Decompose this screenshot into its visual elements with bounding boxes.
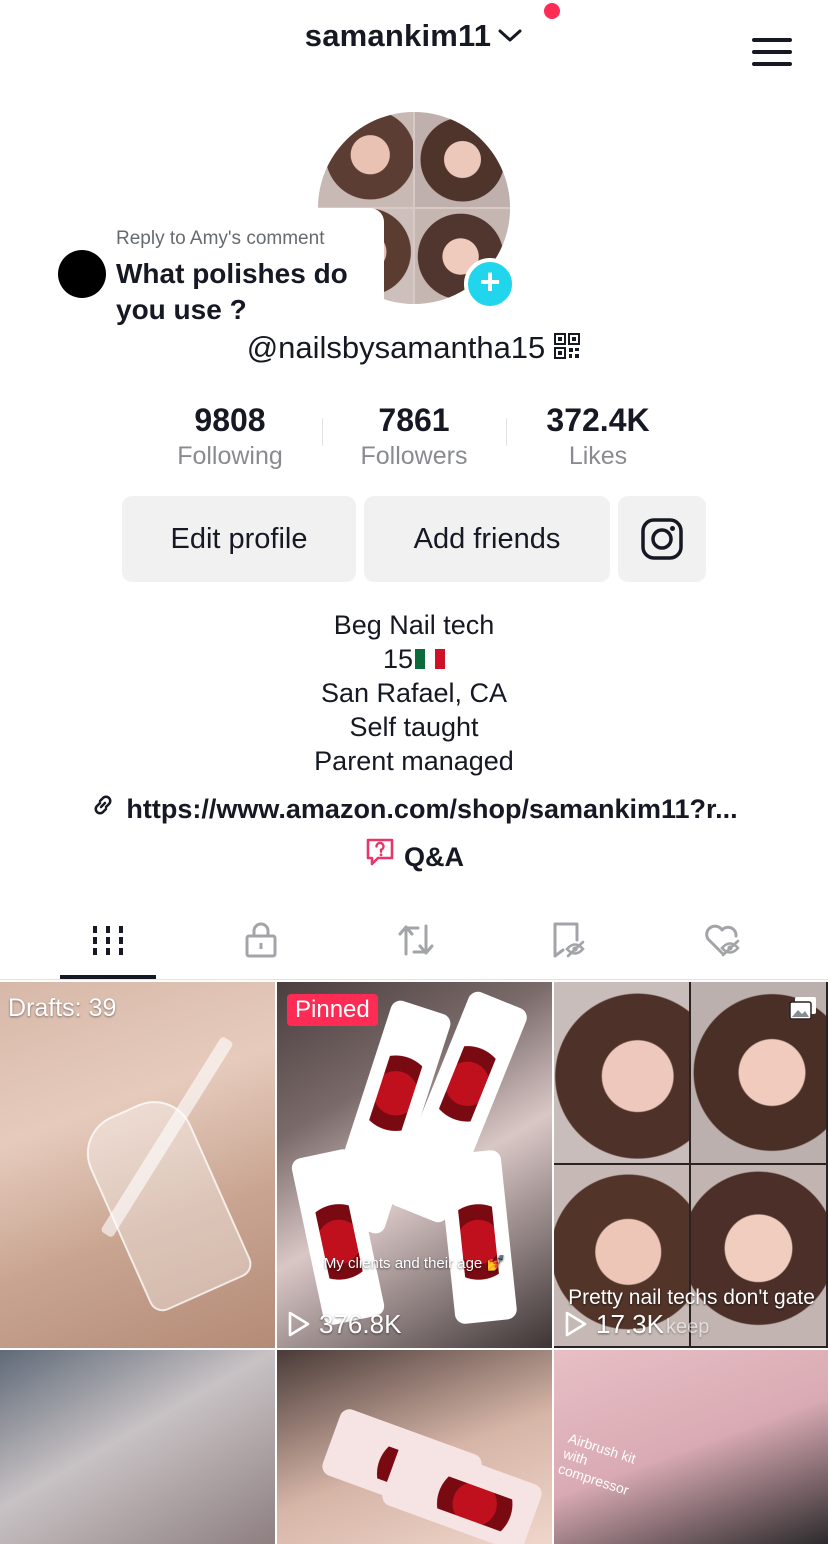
photo-thumbnail [554,982,689,1163]
link-icon [90,792,116,825]
video-caption: My clients and their age 💅 [323,1255,506,1272]
bio-line: Parent managed [314,746,514,776]
qa-label: Q&A [404,842,464,872]
box-text: Airbrush kit with compressor [556,1429,638,1499]
avatar-photo-1 [318,112,413,207]
chevron-down-icon [497,17,523,53]
content-tabs [0,910,828,980]
play-icon [288,1311,310,1336]
bio-line: Beg Nail tech [333,610,495,640]
drafts-count: Drafts: 39 [8,994,117,1022]
reply-label: Reply to Amy's comment [116,228,325,249]
instagram-button[interactable] [618,496,706,582]
video-tile[interactable]: Pinned My clients and their age 💅 376.8K [277,982,552,1348]
plus-icon: + [479,261,501,302]
handle-text: @nailsbysamantha15 [246,330,546,365]
mexico-flag-icon [415,648,446,669]
profile-stats: 9808 Following 7861 Followers 372.4K Lik… [0,400,828,472]
play-icon [565,1311,587,1336]
followers-count: 7861 [378,402,450,438]
stat-following[interactable]: 9808 Following [150,400,310,472]
avatar-photo-2 [415,112,510,207]
profile-bio: Beg Nail tech 15 San Rafael, CA Self tau… [0,608,828,778]
following-label: Following [177,442,283,470]
stat-divider [322,418,323,446]
top-bar: samankim11 [0,0,828,80]
notification-dot [544,3,560,19]
photo-thumbnail [691,1165,826,1346]
video-tile[interactable] [277,1350,552,1544]
followers-label: Followers [360,442,468,470]
qr-code-icon[interactable] [553,332,581,368]
likes-label: Likes [568,442,628,470]
tab-liked[interactable] [672,910,768,980]
profile-handle: @nailsbysamantha15 [0,330,828,368]
view-count: 17.3K keep [564,1309,709,1340]
add-friends-button[interactable]: Add friends [364,496,610,582]
reply-text: What polishes do you use ? [116,258,348,325]
account-switcher[interactable]: samankim11 [0,18,828,54]
video-caption: Pretty nail techs don't gate [568,1286,815,1309]
qa-button[interactable]: Q&A [0,839,828,875]
active-tab-indicator [60,975,156,979]
reply-comment-sticker[interactable]: Reply to Amy's comment What polishes do … [48,208,384,326]
drafts-tile[interactable]: Drafts: 39 [0,982,275,1348]
view-count: 376.8K [287,1309,401,1340]
edit-profile-button[interactable]: Edit profile [122,496,356,582]
bio-line: Self taught [349,712,479,742]
bio-line: San Rafael, CA [320,678,508,708]
instagram-icon [640,518,684,568]
photo-tile[interactable]: Pretty nail techs don't gate 17.3K keep [554,982,828,1348]
photo-carousel-icon [789,996,817,1025]
link-text: https://www.amazon.com/shop/samankim11?r… [126,794,738,824]
tab-reposts[interactable] [366,910,462,980]
username-label: samankim11 [304,18,492,53]
bio-link[interactable]: https://www.amazon.com/shop/samankim11?r… [0,794,828,825]
video-tile[interactable] [0,1350,275,1544]
nail-thumbnail [438,1149,518,1325]
stat-likes[interactable]: 372.4K Likes [518,400,678,472]
video-tile[interactable]: Airbrush kit with compressor [554,1350,828,1544]
tab-private[interactable] [213,910,309,980]
tab-videos[interactable] [60,910,156,980]
following-count: 9808 [194,402,266,438]
nail-thumbnail [74,1088,256,1316]
add-avatar-button[interactable]: + [464,258,516,310]
likes-count: 372.4K [546,402,650,438]
video-grid: Drafts: 39 Pinned My clients and their a… [0,982,828,1544]
stat-divider [506,418,507,446]
commenter-avatar [58,250,106,298]
hamburger-menu-icon[interactable] [752,38,792,68]
tab-favorites[interactable] [519,910,615,980]
qa-icon [364,836,396,875]
stat-followers[interactable]: 7861 Followers [334,400,494,472]
bio-line: 15 [0,642,828,676]
pinned-badge: Pinned [287,994,378,1026]
